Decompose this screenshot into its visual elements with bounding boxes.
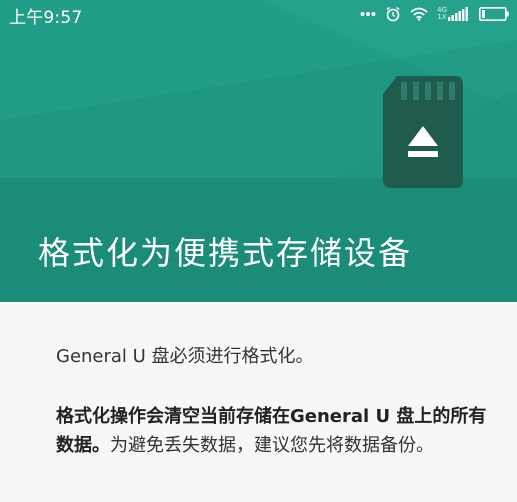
alarm-icon: [385, 6, 401, 22]
signal-icon: [448, 7, 468, 21]
content-body: General U 盘必须进行格式化。 格式化操作会清空当前存储在General…: [0, 302, 517, 502]
data-loss-warning: 格式化操作会清空当前存储在General U 盘上的所有数据。为避免丢失数据，建…: [56, 402, 496, 460]
format-storage-screen: 上午9:57 4G 1X 格式化为便携式存储设备 General U 盘必须进行…: [0, 0, 517, 502]
format-required-message: General U 盘必须进行格式化。: [56, 346, 314, 367]
network-type-bottom: 1X: [437, 13, 447, 21]
wifi-icon: [410, 7, 428, 21]
battery-icon: [479, 7, 509, 21]
sd-card-eject-icon: [383, 76, 463, 188]
header-banner: 上午9:57 4G 1X 格式化为便携式存储设备: [0, 0, 517, 302]
page-title: 格式化为便携式存储设备: [38, 234, 413, 272]
status-time: 上午9:57: [9, 8, 83, 28]
more-dots-icon: [360, 11, 376, 17]
status-bar: 上午9:57 4G 1X: [0, 0, 517, 28]
status-icons: 4G 1X: [360, 3, 509, 25]
network-type: 4G 1X: [437, 7, 470, 21]
backup-advice: 为避免丢失数据，建议您先将数据备份。: [110, 435, 434, 456]
